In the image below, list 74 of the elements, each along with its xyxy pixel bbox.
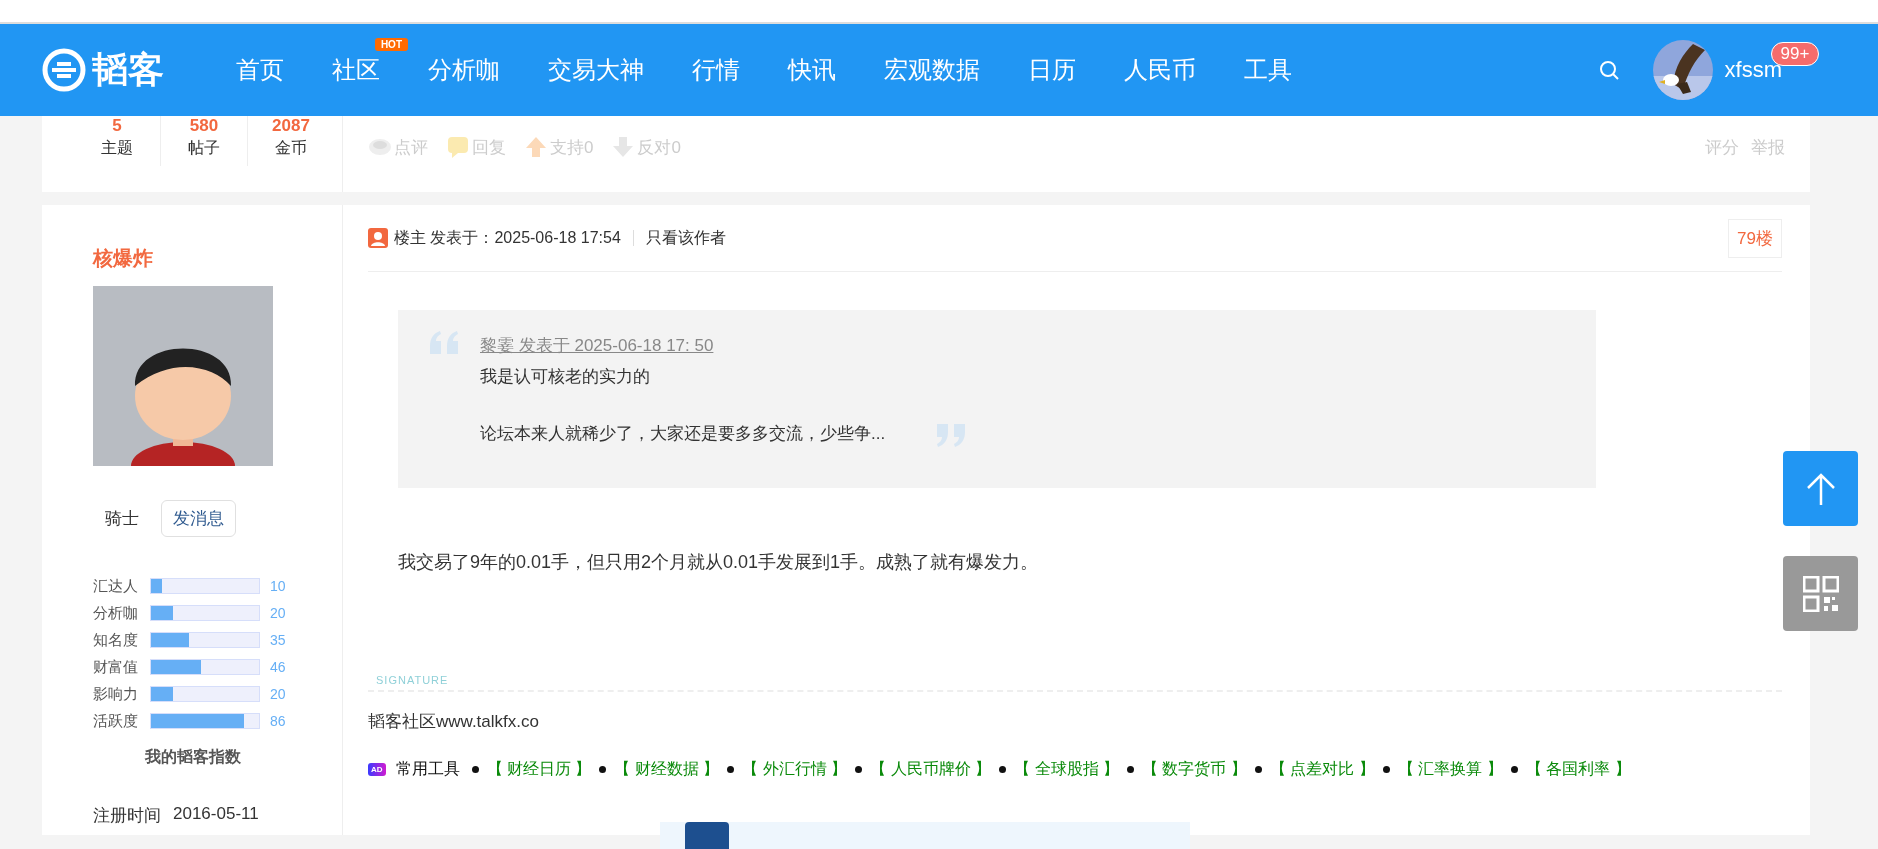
tool-link[interactable]: 【 人民币牌价 】 [870, 759, 992, 780]
register-label: 注册时间 [93, 805, 161, 827]
nav-link[interactable]: 行情 [668, 54, 764, 86]
nav-link[interactable]: 分析咖 [404, 54, 524, 86]
tool-link[interactable]: 【 汇率换算 】 [1397, 759, 1503, 780]
index-value: 46 [270, 659, 286, 675]
stat-label: 帖子 [187, 138, 221, 158]
author-name[interactable]: 核爆炸 [93, 245, 342, 272]
tool-link[interactable]: 【 财经日历 】 [486, 759, 592, 780]
quote-source-link[interactable]: 黎霎 发表于 2025-06-18 17: 50 [480, 334, 886, 357]
tool-link[interactable]: 【 全球股指 】 [1014, 759, 1119, 780]
nav-link[interactable]: 交易大神 [524, 54, 668, 86]
nav-link[interactable]: 工具 [1220, 54, 1316, 86]
index-label: 汇达人 [93, 576, 139, 596]
user-rank: 骑士 [105, 508, 139, 530]
qr-code-button[interactable] [1783, 556, 1858, 631]
back-to-top-button[interactable] [1783, 451, 1858, 526]
logo-icon [42, 48, 86, 92]
quote-text: 论坛本来人就稀少了，大家还是要多多交流，少些争... [480, 423, 886, 445]
logo-text[interactable]: 韬客 [92, 45, 164, 95]
index-value: 35 [270, 632, 286, 648]
floor-number: 79楼 [1728, 218, 1782, 258]
hot-badge: HOT [374, 38, 408, 51]
tool-link[interactable]: 【 各国利率 】 [1525, 759, 1631, 780]
user-icon [368, 228, 388, 248]
bullet-icon [471, 766, 479, 773]
stat-label: 主题 [100, 138, 134, 158]
stat-value: 580 [188, 116, 220, 136]
signature-text: 韬客社区www.talkfx.co [368, 711, 540, 733]
message-button[interactable]: 发消息 [161, 500, 236, 537]
signature-label: SIGNATURE [375, 674, 450, 686]
up-arrow-icon [524, 135, 548, 159]
bullet-icon [1510, 766, 1518, 773]
index-label: 知名度 [93, 630, 139, 650]
stat-value: 5 [111, 116, 123, 136]
post-text: 我交易了9年的0.01手，但只用2个月就从0.01手发展到1手。成熟了就有爆发力。 [398, 551, 1040, 574]
nav-link[interactable]: 日历 [1004, 54, 1100, 86]
index-label: 分析咖 [93, 603, 139, 623]
nav-link[interactable]: 宏观数据 [860, 54, 1004, 86]
nav-link[interactable]: 快讯 [764, 54, 860, 86]
bullet-icon [1382, 766, 1390, 773]
register-date: 2016-05-11 [173, 804, 259, 825]
tool-link[interactable]: 【 财经数据 】 [614, 759, 720, 780]
index-label: 活跃度 [93, 711, 139, 731]
quote-text: 我是认可核老的实力的 [480, 366, 651, 388]
index-value: 86 [270, 713, 286, 729]
bullet-icon [599, 766, 607, 773]
tools-title: 常用工具 [395, 759, 460, 779]
search-icon[interactable] [1598, 60, 1619, 80]
stat-value: 2087 [271, 116, 311, 136]
index-label: 财富值 [93, 657, 139, 677]
bullet-icon [1127, 766, 1134, 773]
nav-link[interactable]: 首页 [212, 54, 308, 86]
bullet-icon [1254, 766, 1262, 773]
bullet-icon [727, 766, 735, 773]
qr-code-icon [1802, 575, 1839, 612]
down-arrow-icon [611, 135, 636, 159]
index-value: 10 [270, 578, 286, 594]
index-value: 20 [270, 605, 286, 621]
post-author-role: 楼主 发表于：2025-06-18 17:54 [394, 227, 621, 248]
tool-link[interactable]: 【 外汇行情 】 [742, 759, 848, 780]
bullet-icon [855, 766, 863, 773]
ad-badge: AD [368, 763, 386, 776]
author-only-link[interactable]: 只看该作者 [645, 227, 726, 249]
tool-link[interactable]: 【 点差对比 】 [1269, 759, 1375, 780]
notification-badge: 99+ [1770, 42, 1820, 66]
speech-bubble-icon [446, 135, 470, 159]
index-caption: 我的韬客指数 [143, 747, 242, 767]
index-label: 影响力 [93, 684, 139, 704]
tool-link[interactable]: 【 数字货币 】 [1142, 759, 1247, 780]
nav-link[interactable]: 人民币 [1100, 54, 1220, 86]
index-value: 20 [270, 686, 286, 702]
stat-label: 金币 [274, 138, 308, 158]
bullet-icon [999, 766, 1007, 773]
